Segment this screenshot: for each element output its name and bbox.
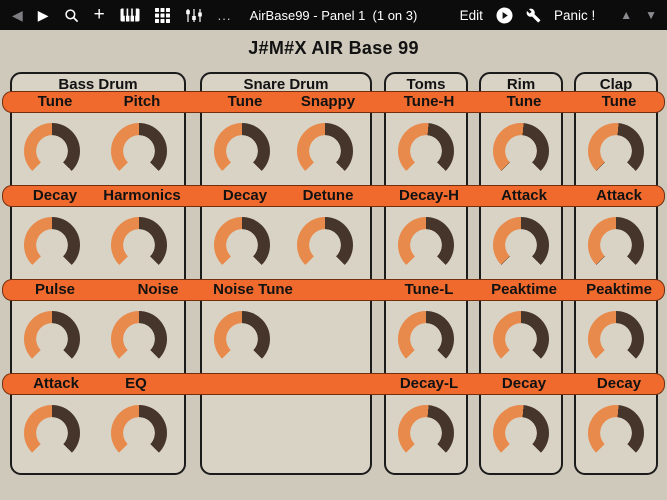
add-icon[interactable]: +	[94, 5, 105, 24]
panic-button[interactable]: Panic !	[554, 8, 595, 23]
up-arrow-icon[interactable]: ▲	[620, 8, 632, 22]
knob-label: Attack	[501, 187, 547, 204]
clap-peaktime-knob[interactable]	[588, 311, 644, 367]
clap-attack-knob[interactable]	[588, 217, 644, 273]
knob-label: Pitch	[123, 93, 161, 110]
play-circle-icon[interactable]	[496, 7, 513, 24]
knob-label: Tune	[506, 93, 542, 110]
mixer-faders-icon[interactable]	[185, 8, 203, 23]
page-title: J#M#X AIR Base 99	[248, 38, 419, 58]
snare-decay-knob[interactable]	[214, 217, 270, 273]
bass-drum-attack-knob[interactable]	[24, 405, 80, 461]
wrench-icon[interactable]	[526, 8, 541, 23]
rim-tune-knob[interactable]	[493, 123, 549, 179]
knob-label: Decay-L	[399, 375, 459, 392]
knob-label: Noise Tune	[213, 281, 293, 298]
knob-label: Tune-H	[403, 93, 455, 110]
knob-label: Harmonics	[103, 187, 181, 204]
bass-drum-decay-knob[interactable]	[24, 217, 80, 273]
play-icon[interactable]: ▶	[38, 8, 49, 22]
knob-label: Tune	[37, 93, 73, 110]
snare-snappy-knob[interactable]	[297, 123, 353, 179]
keyboard-icon[interactable]	[120, 8, 140, 22]
clap-tune-knob[interactable]	[588, 123, 644, 179]
param-label-bar-row4: Attack EQ Decay-L Decay Decay	[2, 373, 665, 395]
toms-decay-h-knob[interactable]	[398, 217, 454, 273]
bass-drum-eq-knob[interactable]	[111, 405, 167, 461]
param-label-bar-row1: Tune Pitch Tune Snappy Tune-H Tune Tune	[2, 91, 665, 113]
edit-button[interactable]: Edit	[460, 8, 483, 23]
app-window: ◀ ▶ + ... AirBase99 - Panel 1 (1 on 3) E…	[0, 0, 667, 500]
down-arrow-icon[interactable]: ▼	[645, 8, 657, 22]
knob-label: Tune	[601, 93, 637, 110]
knob-label: Attack	[596, 187, 642, 204]
toms-tune-h-knob[interactable]	[398, 123, 454, 179]
clap-decay-knob[interactable]	[588, 405, 644, 461]
back-icon[interactable]: ◀	[12, 8, 23, 22]
more-icon[interactable]: ...	[218, 9, 232, 22]
bass-drum-harmonics-knob[interactable]	[111, 217, 167, 273]
grid-icon[interactable]	[154, 7, 170, 23]
bass-drum-pulse-knob[interactable]	[24, 311, 80, 367]
knob-label: Detune	[302, 187, 354, 204]
knob-label: Decay	[222, 187, 268, 204]
toms-tune-l-knob[interactable]	[398, 311, 454, 367]
bass-drum-noise-knob[interactable]	[111, 311, 167, 367]
bass-drum-pitch-knob[interactable]	[111, 123, 167, 179]
knob-label: Peaktime	[586, 281, 652, 298]
knob-label: Pulse	[34, 281, 76, 298]
knob-label: Decay	[32, 187, 78, 204]
knob-label: Snappy	[300, 93, 356, 110]
knob-label: Peaktime	[491, 281, 557, 298]
snare-noise-tune-knob[interactable]	[214, 311, 270, 367]
toms-decay-l-knob[interactable]	[398, 405, 454, 461]
knob-label: EQ	[125, 375, 147, 392]
param-label-bar-row3: Pulse Noise Noise Tune Tune-L Peaktime P…	[2, 279, 665, 301]
rim-peaktime-knob[interactable]	[493, 311, 549, 367]
snare-detune-knob[interactable]	[297, 217, 353, 273]
rim-decay-knob[interactable]	[493, 405, 549, 461]
search-icon[interactable]	[64, 8, 79, 23]
bass-drum-tune-knob[interactable]	[24, 123, 80, 179]
knob-label: Decay	[501, 375, 547, 392]
knob-label: Noise	[137, 281, 179, 298]
window-title: AirBase99 - Panel 1 (1 on 3)	[249, 7, 418, 23]
toolbar-left-group: ◀ ▶ + ...	[0, 5, 232, 24]
snare-tune-knob[interactable]	[214, 123, 270, 179]
knob-label: Tune-L	[404, 281, 454, 298]
knob-label: Decay	[596, 375, 642, 392]
knob-label: Attack	[33, 375, 79, 392]
knob-label: Tune	[227, 93, 263, 110]
param-label-bar-row2: Decay Harmonics Decay Detune Decay-H Att…	[2, 185, 665, 207]
knob-label: Decay-H	[398, 187, 460, 204]
toolbar: ◀ ▶ + ... AirBase99 - Panel 1 (1 on 3) E…	[0, 0, 667, 30]
toolbar-right-group: Edit Panic ! ▲ ▼	[460, 0, 657, 30]
rim-attack-knob[interactable]	[493, 217, 549, 273]
